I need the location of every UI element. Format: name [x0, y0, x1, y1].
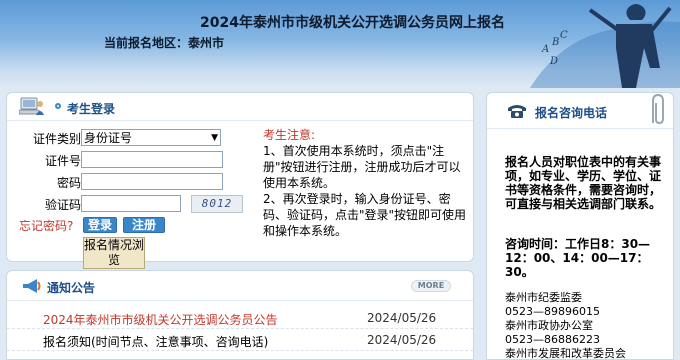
id-type-select[interactable]: 身份证号 ▼ — [81, 129, 221, 146]
phone-icon — [508, 105, 526, 118]
contact-org: 泰州市纪委监委 — [505, 291, 582, 304]
login-button[interactable]: 登录 — [83, 217, 117, 233]
computer-user-icon — [19, 97, 44, 115]
register-button[interactable]: 注册 — [123, 217, 165, 233]
login-panel: 考生登录 证件类别 身份证号 ▼ 证件号 密码 验证码 8012 忘记密码? 登… — [6, 92, 474, 269]
login-section-title: 考生登录 — [67, 102, 116, 116]
id-type-value: 身份证号 — [84, 131, 133, 145]
chevron-down-icon: ▼ — [211, 132, 218, 143]
notice-panel: 通知公告 MORE 2024年泰州市市级机关公开选调公务员公告 2024/05/… — [6, 270, 474, 360]
page-header: 2024年泰州市市级机关公开选调公务员网上报名 当前报名地区：泰州市 A B C… — [0, 0, 680, 88]
contact-org: 泰州市政协办公室 — [505, 319, 593, 332]
notes-item-2: 2、再次登录时，输入身份证号、密码、验证码，点击"登录"按钮即可使用和操作本系统… — [263, 192, 467, 238]
sidebar-intro: 报名人员对职位表中的有关事项，如专业、学历、学位、证书等资格条件，需要咨询时，可… — [505, 155, 662, 211]
id-number-field[interactable] — [81, 151, 223, 168]
notes-item-1: 1、首次使用本系统时，须点击"注册"按钮进行注册，注册成功后才可以使用本系统。 — [263, 144, 461, 190]
notice-row[interactable]: 2024年泰州市市级机关公开选调公务员公告 2024/05/26 — [7, 307, 473, 329]
id-type-row: 证件类别 身份证号 ▼ — [19, 129, 259, 147]
login-panel-header: 考生登录 — [7, 93, 473, 121]
region-value: 泰州市 — [188, 36, 225, 50]
password-field[interactable] — [81, 173, 223, 190]
forgot-password-link[interactable]: 忘记密码? — [19, 217, 73, 234]
notice-title[interactable]: 报名须知(时间节点、注意事项、咨询电话) — [43, 333, 268, 350]
paperclip-icon — [652, 93, 664, 125]
notice-section-title: 通知公告 — [47, 281, 96, 295]
captcha-label: 验证码 — [44, 198, 81, 212]
contact-phone: 0523—86886223 — [505, 333, 600, 346]
decor-letter-a: A — [541, 44, 549, 55]
decor-letter-c: C — [560, 30, 568, 41]
header-decoration: A B C D — [530, 4, 680, 88]
contact-phone: 0523—89896015 — [505, 305, 600, 318]
id-type-label: 证件类别 — [32, 132, 81, 146]
captcha-image[interactable]: 8012 — [191, 195, 243, 213]
consult-hours: 咨询时间：工作日8：30—12：00、14：00—17：30。 — [505, 237, 651, 279]
contact-sidebar: 报名咨询电话 报名人员对职位表中的有关事项，如专业、学历、学位、证书等资格条件，… — [486, 92, 674, 360]
login-notes: 考生注意: 1、首次使用本系统时，须点击"注册"按钮进行注册，注册成功后才可以使… — [263, 127, 467, 261]
notice-header: 通知公告 MORE — [7, 271, 473, 301]
decor-letter-b: B — [551, 37, 559, 48]
bullet-icon — [55, 103, 61, 109]
notice-date: 2024/05/26 — [367, 333, 437, 347]
id-number-label: 证件号 — [44, 154, 81, 168]
contact-org: 泰州市发展和改革委员会 — [505, 347, 626, 360]
password-label: 密码 — [56, 176, 81, 190]
notes-title: 考生注意: — [263, 128, 316, 142]
contact-list: 泰州市纪委监委 0523—89896015 泰州市政协办公室 0523—8688… — [505, 291, 673, 360]
captcha-field[interactable] — [81, 195, 181, 212]
decor-letter-d: D — [549, 56, 558, 67]
notice-row[interactable]: 报名须知(时间节点、注意事项、咨询电话) 2024/05/26 — [7, 329, 473, 351]
captcha-row: 验证码 8012 — [19, 195, 259, 213]
id-number-row: 证件号 — [19, 151, 259, 169]
region-display: 当前报名地区：泰州市 — [104, 34, 224, 51]
password-row: 密码 — [19, 173, 259, 191]
notice-date: 2024/05/26 — [367, 311, 437, 325]
megaphone-icon — [23, 279, 41, 293]
notice-title[interactable]: 2024年泰州市市级机关公开选调公务员公告 — [43, 311, 278, 328]
sidebar-header: 报名咨询电话 — [487, 93, 673, 129]
registration-status-button[interactable]: 报名情况浏览 — [83, 237, 145, 269]
page-title: 2024年泰州市市级机关公开选调公务员网上报名 — [200, 15, 505, 31]
sidebar-title: 报名咨询电话 — [535, 106, 608, 120]
region-label: 当前报名地区： — [104, 36, 189, 50]
more-button[interactable]: MORE — [411, 280, 451, 292]
